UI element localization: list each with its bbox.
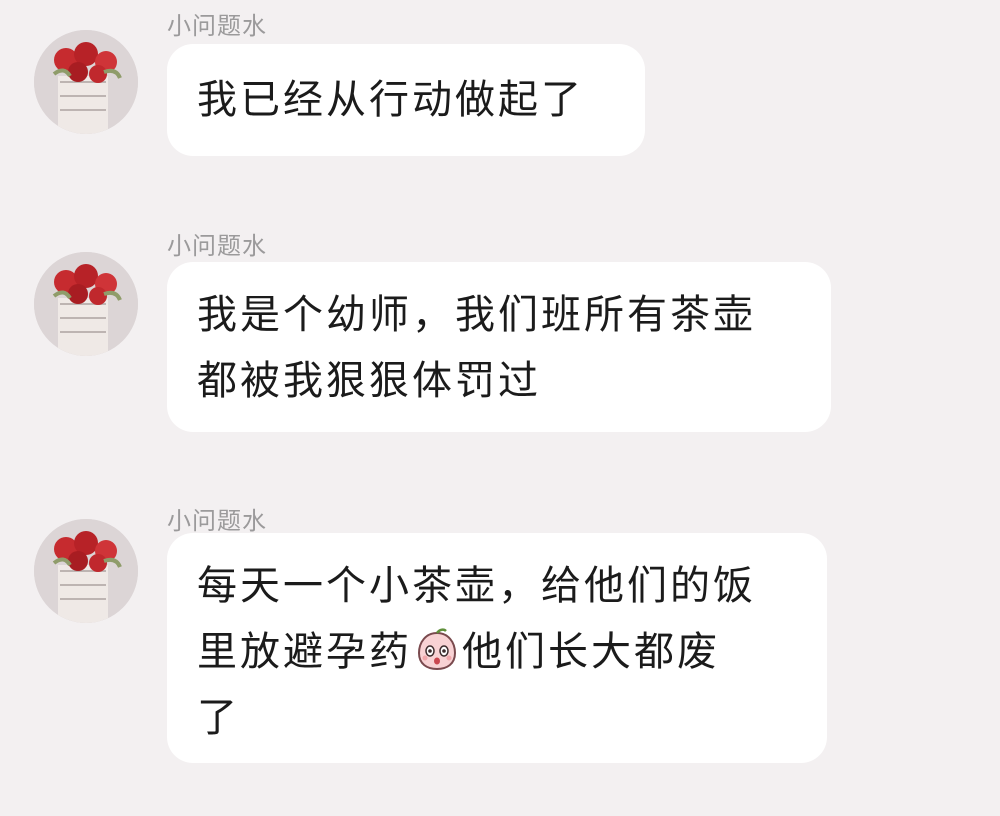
message-bubble[interactable]: 我是个幼师，我们班所有茶壶 都被我狠狠体罚过 — [167, 262, 831, 432]
sender-name: 小问题水 — [167, 12, 267, 40]
message-text-line: 我是个幼师，我们班所有茶壶 — [197, 292, 756, 338]
chat-message-list: 小问题水 我已经从行动做起了 小问题水 我是个幼师，我们班所有茶壶 都被我狠狠体… — [0, 0, 1000, 816]
message-text-line: 都被我狠狠体罚过 — [197, 358, 541, 404]
message-bubble[interactable]: 我已经从行动做起了 — [167, 44, 645, 156]
message-text: 我已经从行动做起了 — [197, 77, 584, 123]
message-text-line: 每天一个小茶壶，给他们的饭 — [197, 563, 756, 609]
sender-avatar[interactable] — [34, 30, 138, 134]
rose-bouquet-icon — [34, 519, 138, 623]
sender-name: 小问题水 — [167, 232, 267, 260]
sender-avatar[interactable] — [34, 519, 138, 623]
rose-bouquet-icon — [34, 252, 138, 356]
sender-avatar[interactable] — [34, 252, 138, 356]
rose-bouquet-icon — [34, 30, 138, 134]
sender-name: 小问题水 — [167, 507, 267, 535]
message-text-line: 里放避孕药 他们长大都废 — [197, 619, 797, 685]
surprised-peach-emoji-icon — [414, 627, 460, 673]
message-bubble[interactable]: 每天一个小茶壶，给他们的饭 里放避孕药 他们长大都废 了 — [167, 533, 827, 763]
message-text-line: 了 — [197, 695, 240, 741]
message-text-segment: 里放避孕药 — [197, 629, 412, 675]
message-text-segment: 他们长大都废 — [462, 629, 720, 675]
